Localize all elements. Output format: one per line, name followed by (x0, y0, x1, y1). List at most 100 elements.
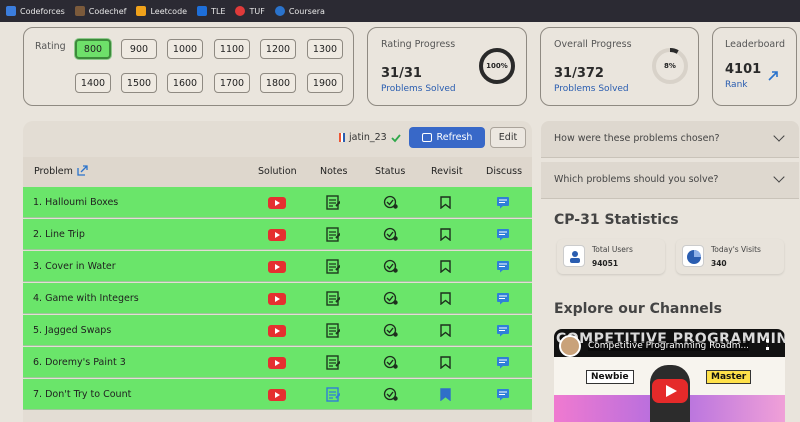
overall-progress-sub: Problems Solved (554, 84, 629, 94)
today-visits-value: 340 (711, 259, 727, 268)
solved-status-icon[interactable] (383, 387, 399, 402)
discuss-icon[interactable] (496, 388, 510, 401)
problem-link[interactable]: 6. Doremy's Paint 3 (33, 357, 126, 368)
table-row: 7. Don't Try to Count (23, 379, 532, 410)
external-link-icon[interactable] (767, 70, 779, 82)
refresh-button[interactable]: Refresh (409, 127, 485, 148)
rating-1900-button[interactable]: 1900 (307, 73, 343, 93)
problem-link[interactable]: 5. Jagged Swaps (33, 325, 111, 336)
solved-status-icon[interactable] (383, 291, 399, 306)
external-link-icon[interactable] (77, 165, 88, 176)
play-icon (666, 385, 677, 397)
chevron-down-icon (773, 171, 785, 183)
channel-avatar (559, 335, 581, 357)
problem-table: jatin_23 Refresh Edit Problem Solution N… (23, 121, 532, 422)
col-solution: Solution (258, 166, 297, 177)
youtube-icon[interactable] (268, 325, 286, 337)
rating-progress-card: Rating Progress 31/31 Problems Solved 10… (367, 27, 527, 106)
rating-1400-button[interactable]: 1400 (75, 73, 111, 93)
rating-progress-value: 31/31 (381, 66, 422, 81)
overall-progress-percent: 8% (664, 62, 676, 70)
solved-status-icon[interactable] (383, 227, 399, 242)
notes-icon[interactable] (326, 291, 340, 306)
bookmark-icon[interactable] (440, 228, 451, 241)
discuss-icon[interactable] (496, 228, 510, 241)
user-icon (563, 245, 585, 267)
problem-link[interactable]: 3. Cover in Water (33, 261, 116, 272)
discuss-icon[interactable] (496, 356, 510, 369)
rating-filter-card: Rating 800 900 1000 1100 1200 1300 1400 … (23, 27, 354, 106)
bookmark-codeforces[interactable]: Codeforces (6, 6, 65, 16)
leaderboard-label: Leaderboard (725, 39, 786, 50)
table-header: Problem Solution Notes Status Revisit Di… (23, 157, 532, 187)
col-problem: Problem (34, 166, 73, 177)
pie-chart-icon (682, 245, 704, 267)
notes-icon[interactable] (326, 195, 340, 210)
bookmark-icon[interactable] (440, 356, 451, 369)
video-title: Competitive Programming Roadm... (588, 341, 750, 351)
youtube-icon[interactable] (268, 357, 286, 369)
solved-status-icon[interactable] (383, 355, 399, 370)
bookmark-codechef[interactable]: Codechef (74, 6, 126, 16)
notes-icon[interactable] (326, 387, 340, 402)
problem-link[interactable]: 4. Game with Integers (33, 293, 139, 304)
tuf-icon (235, 6, 246, 16)
leaderboard-card[interactable]: Leaderboard 4101 Rank (712, 27, 797, 106)
notes-icon[interactable] (326, 355, 340, 370)
problem-link[interactable]: 1. Halloumi Boxes (33, 197, 118, 208)
bookmark-icon[interactable] (440, 388, 451, 401)
rating-1200-button[interactable]: 1200 (260, 39, 296, 59)
discuss-icon[interactable] (496, 292, 510, 305)
leaderboard-rank-value: 4101 (725, 62, 762, 77)
edit-button[interactable]: Edit (490, 127, 526, 148)
codechef-icon (74, 6, 85, 16)
col-revisit: Revisit (431, 166, 463, 177)
rating-900-button[interactable]: 900 (121, 39, 157, 59)
youtube-icon[interactable] (268, 197, 286, 209)
more-options-icon[interactable] (766, 339, 769, 350)
rating-1700-button[interactable]: 1700 (214, 73, 250, 93)
youtube-icon[interactable] (268, 229, 286, 241)
faq-how-chosen[interactable]: How were these problems chosen? (541, 121, 799, 158)
today-visits-card: Today's Visits 340 (676, 239, 784, 274)
table-row: 3. Cover in Water (23, 251, 532, 282)
rating-1600-button[interactable]: 1600 (167, 73, 203, 93)
problem-link[interactable]: 2. Line Trip (33, 229, 85, 240)
solved-status-icon[interactable] (383, 259, 399, 274)
solved-status-icon[interactable] (383, 323, 399, 338)
solved-status-icon[interactable] (383, 195, 399, 210)
bookmark-tle[interactable]: TLE (197, 6, 225, 16)
problem-link[interactable]: 7. Don't Try to Count (33, 389, 131, 400)
table-row: 4. Game with Integers (23, 283, 532, 314)
youtube-icon[interactable] (268, 261, 286, 273)
total-users-card: Total Users 94051 (557, 239, 665, 274)
youtube-icon[interactable] (268, 293, 286, 305)
rating-800-button[interactable]: 800 (75, 39, 111, 59)
youtube-icon[interactable] (268, 389, 286, 401)
rating-progress-sub: Problems Solved (381, 84, 456, 94)
rating-1000-button[interactable]: 1000 (167, 39, 203, 59)
faq-which-solve[interactable]: Which problems should you solve? (541, 162, 799, 199)
bookmark-icon[interactable] (440, 292, 451, 305)
verified-check-icon (391, 133, 401, 142)
rating-1800-button[interactable]: 1800 (260, 73, 296, 93)
coursera-icon (274, 6, 285, 16)
rating-1100-button[interactable]: 1100 (214, 39, 250, 59)
channel-video-thumbnail[interactable]: COMPETITIVE PROGRAMMING Competitive Prog… (554, 329, 785, 422)
rating-1500-button[interactable]: 1500 (121, 73, 157, 93)
bookmark-icon[interactable] (440, 324, 451, 337)
notes-icon[interactable] (326, 259, 340, 274)
bookmark-icon[interactable] (440, 196, 451, 209)
discuss-icon[interactable] (496, 196, 510, 209)
bookmark-tuf[interactable]: TUF (235, 6, 265, 16)
discuss-icon[interactable] (496, 260, 510, 273)
discuss-icon[interactable] (496, 324, 510, 337)
bookmark-icon[interactable] (440, 260, 451, 273)
overall-progress-label: Overall Progress (554, 39, 632, 50)
bookmark-leetcode[interactable]: Leetcode (136, 6, 187, 16)
notes-icon[interactable] (326, 227, 340, 242)
notes-icon[interactable] (326, 323, 340, 338)
rating-1300-button[interactable]: 1300 (307, 39, 343, 59)
bookmark-coursera[interactable]: Coursera (274, 6, 325, 16)
rating-progress-percent: 100% (486, 62, 508, 70)
